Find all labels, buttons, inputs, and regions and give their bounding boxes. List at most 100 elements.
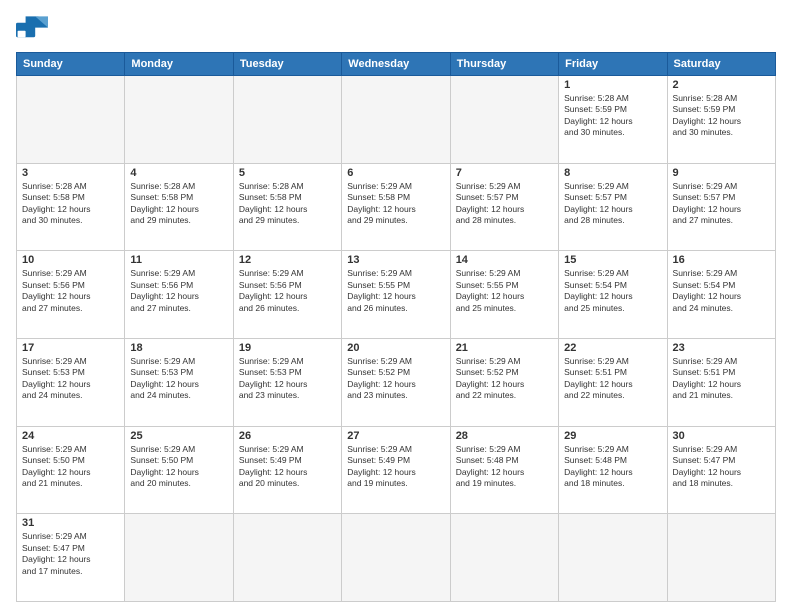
cell-sun-info: Sunrise: 5:29 AM Sunset: 5:54 PM Dayligh… (564, 268, 661, 314)
calendar-cell (17, 76, 125, 164)
cell-sun-info: Sunrise: 5:28 AM Sunset: 5:59 PM Dayligh… (673, 93, 770, 139)
cell-sun-info: Sunrise: 5:29 AM Sunset: 5:49 PM Dayligh… (239, 444, 336, 490)
cell-date-number: 11 (130, 254, 227, 266)
calendar-cell: 6Sunrise: 5:29 AM Sunset: 5:58 PM Daylig… (342, 163, 450, 251)
cell-date-number: 20 (347, 342, 444, 354)
cell-sun-info: Sunrise: 5:29 AM Sunset: 5:48 PM Dayligh… (456, 444, 553, 490)
calendar-cell: 18 Sunrise: 5:29 AM Sunset: 5:53 PM Dayli… (125, 338, 233, 426)
calendar-cell: 20Sunrise: 5:29 AM Sunset: 5:52 PM Dayli… (342, 338, 450, 426)
cell-date-number: 10 (22, 254, 119, 266)
calendar-cell: 1 Sunrise: 5:28 AM Sunset: 5:59 PM Daylig… (559, 76, 667, 164)
cell-date-number: 4 (130, 167, 227, 179)
calendar-cell: 9Sunrise: 5:29 AM Sunset: 5:57 PM Daylig… (667, 163, 775, 251)
cell-sun-info: Sunrise: 5:29 AM Sunset: 5:55 PM Dayligh… (456, 268, 553, 314)
cell-date-number: 23 (673, 342, 770, 354)
cell-sun-info: Sunrise: 5:29 AM Sunset: 5:50 PM Dayligh… (22, 444, 119, 490)
cell-sun-info: Sunrise: 5:29 AM Sunset: 5:53 PM Dayligh… (22, 356, 119, 402)
cell-date-number: 2 (673, 79, 770, 91)
calendar-cell: 19 Sunrise: 5:29 AM Sunset: 5:53 PM Dayli… (233, 338, 341, 426)
cell-sun-info: Sunrise: 5:29 AM Sunset: 5:56 PM Dayligh… (239, 268, 336, 314)
logo (16, 16, 52, 44)
calendar-week-2: 3 Sunrise: 5:28 AM Sunset: 5:58 PM Daylig… (17, 163, 776, 251)
cell-sun-info: Sunrise: 5:29 AM Sunset: 5:56 PM Dayligh… (22, 268, 119, 314)
calendar-cell: 15Sunrise: 5:29 AM Sunset: 5:54 PM Dayli… (559, 251, 667, 339)
cell-date-number: 25 (130, 430, 227, 442)
calendar-cell: 2 Sunrise: 5:28 AM Sunset: 5:59 PM Daylig… (667, 76, 775, 164)
calendar-cell: 24 Sunrise: 5:29 AM Sunset: 5:50 PM Dayli… (17, 426, 125, 514)
day-header-friday: Friday (559, 53, 667, 76)
calendar-cell (125, 76, 233, 164)
calendar-cell: 28 Sunrise: 5:29 AM Sunset: 5:48 PM Dayli… (450, 426, 558, 514)
cell-sun-info: Sunrise: 5:29 AM Sunset: 5:51 PM Dayligh… (673, 356, 770, 402)
cell-date-number: 17 (22, 342, 119, 354)
cell-sun-info: Sunrise: 5:29 AM Sunset: 5:50 PM Dayligh… (130, 444, 227, 490)
cell-sun-info: Sunrise: 5:29 AM Sunset: 5:54 PM Dayligh… (673, 268, 770, 314)
calendar-cell (233, 514, 341, 602)
calendar-cell: 8 Sunrise: 5:29 AM Sunset: 5:57 PM Daylig… (559, 163, 667, 251)
cell-date-number: 21 (456, 342, 553, 354)
calendar-cell (125, 514, 233, 602)
calendar-cell: 10 Sunrise: 5:29 AM Sunset: 5:56 PM Dayli… (17, 251, 125, 339)
cell-date-number: 28 (456, 430, 553, 442)
cell-date-number: 30 (673, 430, 770, 442)
cell-date-number: 27 (347, 430, 444, 442)
calendar-cell: 23 Sunrise: 5:29 AM Sunset: 5:51 PM Dayli… (667, 338, 775, 426)
cell-date-number: 24 (22, 430, 119, 442)
calendar-week-4: 17 Sunrise: 5:29 AM Sunset: 5:53 PM Dayli… (17, 338, 776, 426)
cell-date-number: 13 (347, 254, 444, 266)
calendar-cell: 21Sunrise: 5:29 AM Sunset: 5:52 PM Dayli… (450, 338, 558, 426)
cell-sun-info: Sunrise: 5:29 AM Sunset: 5:57 PM Dayligh… (456, 181, 553, 227)
calendar-cell: 22Sunrise: 5:29 AM Sunset: 5:51 PM Dayli… (559, 338, 667, 426)
cell-sun-info: Sunrise: 5:29 AM Sunset: 5:56 PM Dayligh… (130, 268, 227, 314)
cell-date-number: 18 (130, 342, 227, 354)
cell-date-number: 8 (564, 167, 661, 179)
cell-date-number: 22 (564, 342, 661, 354)
day-header-tuesday: Tuesday (233, 53, 341, 76)
cell-date-number: 26 (239, 430, 336, 442)
cell-date-number: 3 (22, 167, 119, 179)
calendar-week-1: 1 Sunrise: 5:28 AM Sunset: 5:59 PM Daylig… (17, 76, 776, 164)
cell-sun-info: Sunrise: 5:29 AM Sunset: 5:53 PM Dayligh… (130, 356, 227, 402)
calendar-week-3: 10 Sunrise: 5:29 AM Sunset: 5:56 PM Dayli… (17, 251, 776, 339)
calendar-cell: 4 Sunrise: 5:28 AM Sunset: 5:58 PM Daylig… (125, 163, 233, 251)
cell-sun-info: Sunrise: 5:29 AM Sunset: 5:55 PM Dayligh… (347, 268, 444, 314)
cell-date-number: 9 (673, 167, 770, 179)
calendar-cell (342, 514, 450, 602)
calendar-cell: 7 Sunrise: 5:29 AM Sunset: 5:57 PM Daylig… (450, 163, 558, 251)
cell-date-number: 12 (239, 254, 336, 266)
calendar-week-6: 31Sunrise: 5:29 AM Sunset: 5:47 PM Dayli… (17, 514, 776, 602)
calendar-cell: 14 Sunrise: 5:29 AM Sunset: 5:55 PM Dayli… (450, 251, 558, 339)
cell-sun-info: Sunrise: 5:28 AM Sunset: 5:58 PM Dayligh… (130, 181, 227, 227)
calendar-cell: 3 Sunrise: 5:28 AM Sunset: 5:58 PM Daylig… (17, 163, 125, 251)
calendar-cell: 30Sunrise: 5:29 AM Sunset: 5:47 PM Dayli… (667, 426, 775, 514)
cell-date-number: 14 (456, 254, 553, 266)
calendar-cell: 17 Sunrise: 5:29 AM Sunset: 5:53 PM Dayli… (17, 338, 125, 426)
calendar-cell: 5 Sunrise: 5:28 AM Sunset: 5:58 PM Daylig… (233, 163, 341, 251)
cell-date-number: 19 (239, 342, 336, 354)
cell-sun-info: Sunrise: 5:28 AM Sunset: 5:59 PM Dayligh… (564, 93, 661, 139)
day-header-saturday: Saturday (667, 53, 775, 76)
generalblue-logo-icon (16, 16, 48, 44)
cell-sun-info: Sunrise: 5:28 AM Sunset: 5:58 PM Dayligh… (239, 181, 336, 227)
day-header-wednesday: Wednesday (342, 53, 450, 76)
calendar-cell (233, 76, 341, 164)
calendar-cell: 12 Sunrise: 5:29 AM Sunset: 5:56 PM Dayli… (233, 251, 341, 339)
cell-date-number: 6 (347, 167, 444, 179)
calendar-cell: 16Sunrise: 5:29 AM Sunset: 5:54 PM Dayli… (667, 251, 775, 339)
header (16, 16, 776, 44)
cell-sun-info: Sunrise: 5:29 AM Sunset: 5:49 PM Dayligh… (347, 444, 444, 490)
cell-date-number: 29 (564, 430, 661, 442)
day-header-monday: Monday (125, 53, 233, 76)
cell-date-number: 7 (456, 167, 553, 179)
calendar-cell: 27 Sunrise: 5:29 AM Sunset: 5:49 PM Dayli… (342, 426, 450, 514)
calendar-cell: 31Sunrise: 5:29 AM Sunset: 5:47 PM Dayli… (17, 514, 125, 602)
cell-date-number: 5 (239, 167, 336, 179)
calendar-table: SundayMondayTuesdayWednesdayThursdayFrid… (16, 52, 776, 602)
cell-sun-info: Sunrise: 5:28 AM Sunset: 5:58 PM Dayligh… (22, 181, 119, 227)
calendar-cell: 11 Sunrise: 5:29 AM Sunset: 5:56 PM Dayli… (125, 251, 233, 339)
calendar-week-5: 24 Sunrise: 5:29 AM Sunset: 5:50 PM Dayli… (17, 426, 776, 514)
cell-sun-info: Sunrise: 5:29 AM Sunset: 5:57 PM Dayligh… (564, 181, 661, 227)
cell-date-number: 1 (564, 79, 661, 91)
calendar-cell: 26 Sunrise: 5:29 AM Sunset: 5:49 PM Dayli… (233, 426, 341, 514)
cell-sun-info: Sunrise: 5:29 AM Sunset: 5:53 PM Dayligh… (239, 356, 336, 402)
